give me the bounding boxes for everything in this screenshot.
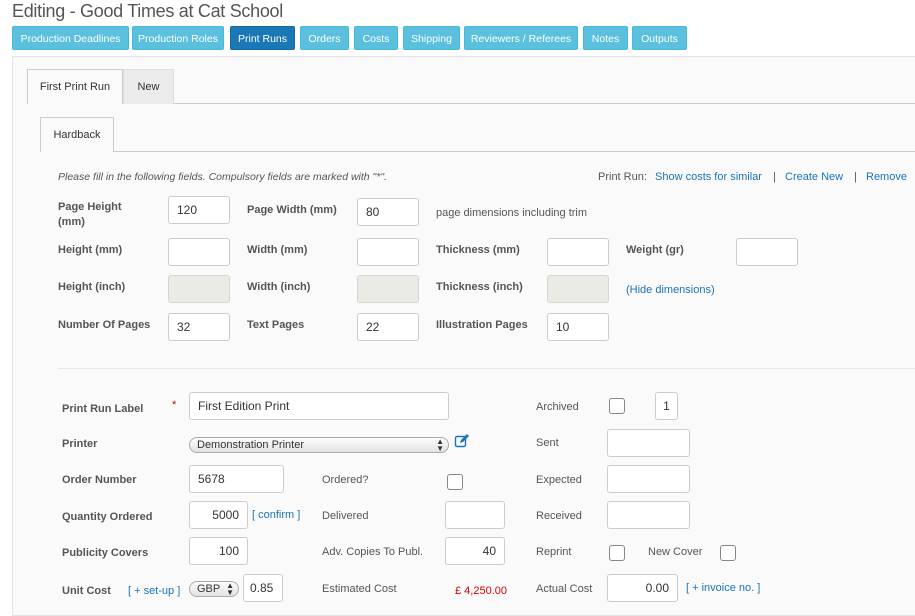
illustration-pages-input[interactable]: 10: [547, 313, 609, 341]
expected-input[interactable]: [607, 465, 690, 493]
height-mm-label: Height (mm): [58, 244, 123, 256]
thickness-inch-label: Thickness (inch): [436, 281, 523, 293]
archived-checkbox[interactable]: [609, 398, 625, 414]
thickness-mm-label: Thickness (mm): [436, 244, 520, 256]
page-height-label: Page Height: [58, 201, 122, 213]
sent-label: Sent: [536, 437, 559, 449]
page-height-unit: (mm): [58, 216, 85, 228]
nav-outputs[interactable]: Outputs: [632, 26, 687, 50]
tab-new[interactable]: New: [123, 69, 174, 104]
new-cover-label: New Cover: [648, 546, 703, 558]
adv-copies-input[interactable]: 40: [445, 537, 505, 565]
delivered-input[interactable]: [445, 501, 505, 529]
nav-notes[interactable]: Notes: [583, 26, 628, 50]
weight-label: Weight (gr): [626, 244, 684, 256]
nav-print-runs[interactable]: Print Runs: [230, 26, 295, 50]
page-dims-note: page dimensions including trim: [436, 207, 588, 219]
remove-link[interactable]: Remove: [866, 171, 907, 183]
expected-label: Expected: [536, 474, 582, 486]
printer-label: Printer: [62, 438, 98, 450]
nav-costs[interactable]: Costs: [354, 26, 398, 50]
sent-input[interactable]: [607, 429, 690, 457]
nav-production-roles[interactable]: Production Roles: [132, 26, 224, 50]
tab-first-print-run[interactable]: First Print Run: [27, 69, 123, 104]
select-arrows-icon: ▲ ▼: [226, 581, 234, 597]
delivered-label: Delivered: [322, 510, 369, 522]
publicity-covers-label: Publicity Covers: [62, 547, 149, 559]
printer-select-value: Demonstration Printer: [197, 439, 304, 451]
order-number-label: Order Number: [62, 474, 137, 486]
estimated-cost-label: Estimated Cost: [322, 583, 397, 595]
received-label: Received: [536, 510, 582, 522]
illustration-pages-label: Illustration Pages: [436, 319, 528, 331]
text-pages-input[interactable]: 22: [357, 313, 419, 341]
received-input[interactable]: [607, 501, 690, 529]
reprint-label: Reprint: [536, 546, 572, 558]
hide-dimensions-link[interactable]: (Hide dimensions): [626, 284, 715, 296]
thickness-mm-input[interactable]: [547, 238, 609, 266]
required-mark: *: [172, 399, 177, 411]
ordered-label: Ordered?: [322, 474, 369, 486]
number-of-pages-label: Number Of Pages: [58, 319, 151, 331]
page-height-input[interactable]: 120: [168, 196, 230, 224]
order-number-input[interactable]: 5678: [189, 465, 284, 493]
nav-shipping[interactable]: Shipping: [403, 26, 460, 50]
archived-label: Archived: [536, 401, 579, 413]
publicity-covers-input[interactable]: 100: [189, 537, 248, 565]
currency-select[interactable]: GBP ▲ ▼: [189, 581, 239, 597]
weight-input[interactable]: [736, 238, 798, 266]
nav-production-deadlines[interactable]: Production Deadlines: [12, 26, 129, 50]
separator: |: [854, 171, 857, 183]
page-title: Editing - Good Times at Cat School: [12, 1, 283, 21]
printer-select[interactable]: Demonstration Printer ▲ ▼: [189, 437, 449, 453]
section-divider: [58, 368, 915, 369]
width-inch-input: [357, 275, 419, 303]
create-new-link[interactable]: Create New: [785, 171, 843, 183]
invoice-no-link[interactable]: [ + invoice no. ]: [686, 582, 760, 594]
text-pages-label: Text Pages: [247, 319, 305, 331]
height-mm-input[interactable]: [168, 238, 230, 266]
show-costs-link[interactable]: Show costs for similar: [655, 171, 762, 183]
actual-cost-label: Actual Cost: [536, 583, 593, 595]
ordered-checkbox[interactable]: [447, 474, 463, 490]
confirm-link[interactable]: [ confirm ]: [252, 509, 300, 521]
archived-count[interactable]: 1: [655, 392, 678, 420]
unit-cost-input[interactable]: 0.85: [243, 574, 283, 602]
print-run-label-input[interactable]: First Edition Print: [189, 392, 449, 420]
quantity-ordered-input[interactable]: 5000: [189, 501, 248, 529]
instructions-text: Please fill in the following fields. Com…: [58, 171, 388, 183]
tab-hardback[interactable]: Hardback: [40, 117, 114, 152]
separator: |: [773, 171, 776, 183]
subtab-divider: [40, 151, 915, 152]
nav-orders[interactable]: Orders: [300, 26, 349, 50]
print-run-label-label: Print Run Label: [62, 403, 144, 415]
new-cover-checkbox[interactable]: [720, 545, 736, 561]
print-run-label: Print Run:: [598, 171, 647, 183]
actual-cost-input[interactable]: 0.00: [607, 574, 678, 602]
height-inch-input: [168, 275, 230, 303]
page-width-label: Page Width (mm): [247, 204, 337, 216]
thickness-inch-input: [547, 275, 609, 303]
adv-copies-label: Adv. Copies To Publ.: [322, 546, 424, 558]
width-inch-label: Width (inch): [247, 281, 311, 293]
print-runs-panel: [12, 56, 915, 616]
height-inch-label: Height (inch): [58, 281, 126, 293]
width-mm-input[interactable]: [357, 238, 419, 266]
reprint-checkbox[interactable]: [609, 545, 625, 561]
number-of-pages-input[interactable]: 32: [168, 313, 230, 341]
currency-select-value: GBP: [197, 583, 221, 595]
nav-reviewers-referees[interactable]: Reviewers / Referees: [464, 26, 578, 50]
width-mm-label: Width (mm): [247, 244, 308, 256]
select-arrows-icon: ▲ ▼: [436, 437, 444, 453]
quantity-ordered-label: Quantity Ordered: [62, 511, 153, 523]
unit-cost-label: Unit Cost: [62, 585, 111, 597]
estimated-cost-value: £ 4,250.00: [455, 585, 507, 597]
page-width-input[interactable]: 80: [357, 198, 419, 226]
edit-icon[interactable]: [454, 433, 472, 451]
set-up-link[interactable]: [ + set-up ]: [128, 585, 180, 597]
